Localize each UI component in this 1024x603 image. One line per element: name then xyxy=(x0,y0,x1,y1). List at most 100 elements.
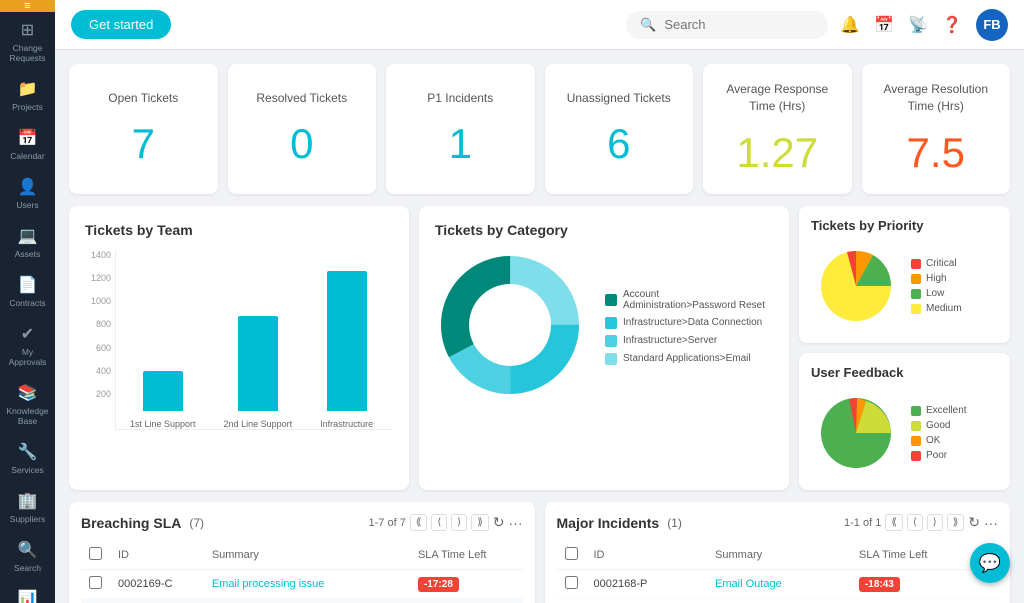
sidebar-item-contracts[interactable]: 📄 Contracts xyxy=(0,267,55,316)
major-incidents-title: Major Incidents xyxy=(557,515,660,531)
next-next-btn[interactable]: ⟫ xyxy=(947,514,965,531)
sidebar-logo: ≡ xyxy=(0,0,55,12)
row-checkbox[interactable] xyxy=(89,576,102,589)
prev-btn[interactable]: ⟨ xyxy=(907,514,923,531)
next-btn[interactable]: ⟩ xyxy=(927,514,943,531)
bar-1st-line: 1st Line Support xyxy=(130,371,196,429)
donut-chart-card: Tickets by Category xyxy=(419,206,789,490)
priority-pie-area: Critical High Low xyxy=(811,241,998,331)
search-sidebar-icon: 🔍 xyxy=(18,540,38,560)
major-incidents-card: Major Incidents (1) 1-1 of 1 ⟪ ⟨ ⟩ ⟫ ↻ ·… xyxy=(545,502,1011,603)
calendar-header-icon[interactable]: 📅 xyxy=(874,15,894,35)
next-btn[interactable]: ⟩ xyxy=(451,514,467,531)
sidebar-item-search[interactable]: 🔍 Search xyxy=(0,532,55,581)
sidebar-item-change-requests[interactable]: ⊞ Change Requests xyxy=(0,12,55,71)
row-checkbox[interactable] xyxy=(565,576,578,589)
prev-prev-btn[interactable]: ⟪ xyxy=(885,514,903,531)
sidebar-item-users[interactable]: 👤 Users xyxy=(0,169,55,218)
knowledge-icon: 📚 xyxy=(18,383,38,403)
table-row: 0002168-P Email Outage -18:43 xyxy=(557,570,999,599)
services-icon: 🔧 xyxy=(18,442,38,462)
fab-icon: 💬 xyxy=(979,553,1001,574)
assets-icon: 💻 xyxy=(18,226,38,246)
sidebar-item-suppliers[interactable]: 🏢 Suppliers xyxy=(0,483,55,532)
content-area: Open Tickets 7 Resolved Tickets 0 P1 Inc… xyxy=(55,50,1024,603)
sidebar-item-reporting[interactable]: 📊 Reporting xyxy=(0,581,55,603)
sla-badge: -18:43 xyxy=(859,577,900,592)
sidebar-item-calendar[interactable]: 📅 Calendar xyxy=(0,120,55,169)
suppliers-icon: 🏢 xyxy=(18,491,38,511)
bar-chart-card: Tickets by Team 1400 1200 1000 800 600 4… xyxy=(69,206,409,490)
sidebar-item-assets[interactable]: 💻 Assets xyxy=(0,218,55,267)
stat-avg-response: Average Response Time (Hrs) 1.27 xyxy=(703,64,852,194)
search-input[interactable] xyxy=(664,17,814,32)
summary-link[interactable]: Email Outage xyxy=(715,578,782,590)
bar-chart-title: Tickets by Team xyxy=(85,222,393,238)
charts-row: Tickets by Team 1400 1200 1000 800 600 4… xyxy=(69,206,1010,490)
table-row: 0002169-C Email processing issue -17:28 xyxy=(81,570,523,599)
breaching-sla-title: Breaching SLA xyxy=(81,515,181,531)
help-icon[interactable]: ❓ xyxy=(942,15,962,35)
stat-p1-incidents: P1 Incidents 1 xyxy=(386,64,535,194)
approvals-icon: ✔ xyxy=(21,324,34,344)
search-box: 🔍 xyxy=(626,11,828,39)
sidebar-item-knowledge[interactable]: 📚 Knowledge Base xyxy=(0,375,55,434)
avatar[interactable]: FB xyxy=(976,9,1008,41)
feedback-pie-area: Excellent Good OK xyxy=(811,388,998,478)
more-btn[interactable]: ··· xyxy=(984,515,998,531)
more-btn[interactable]: ··· xyxy=(509,515,523,531)
next-next-btn[interactable]: ⟫ xyxy=(471,514,489,531)
bar-infrastructure-bar xyxy=(327,271,367,411)
donut-svg xyxy=(435,250,585,403)
fab-button[interactable]: 💬 xyxy=(970,543,1010,583)
stat-resolved-tickets: Resolved Tickets 0 xyxy=(228,64,377,194)
sidebar-item-services[interactable]: 🔧 Services xyxy=(0,434,55,483)
reporting-icon: 📊 xyxy=(18,589,38,603)
table-row: 0002168-P Email Outage -18:43 xyxy=(81,599,523,603)
donut-legend: Account Administration>Password Reset In… xyxy=(605,289,773,365)
donut-area: Account Administration>Password Reset In… xyxy=(435,250,773,403)
feedback-chart-card: User Feedback Excellent xyxy=(799,353,1010,490)
bar-1st-line-bar xyxy=(143,371,183,411)
prev-prev-btn[interactable]: ⟪ xyxy=(410,514,428,531)
major-incidents-pagination: 1-1 of 1 ⟪ ⟨ ⟩ ⟫ ↻ ··· xyxy=(844,514,998,531)
breaching-sla-count: (7) xyxy=(189,516,204,530)
legend-item-3: Standard Applications>Email xyxy=(605,353,773,365)
bell-icon[interactable]: 🔔 xyxy=(840,15,860,35)
prev-btn[interactable]: ⟨ xyxy=(431,514,447,531)
breaching-sla-card: Breaching SLA (7) 1-7 of 7 ⟪ ⟨ ⟩ ⟫ ↻ ··· xyxy=(69,502,535,603)
select-all-checkbox[interactable] xyxy=(89,547,102,560)
right-charts: Tickets by Priority xyxy=(799,206,1010,490)
sla-badge: -17:28 xyxy=(418,577,459,592)
refresh-btn[interactable]: ↻ xyxy=(968,514,980,531)
summary-link[interactable]: Email processing issue xyxy=(212,578,325,590)
legend-item-1: Infrastructure>Data Connection xyxy=(605,317,773,329)
sidebar: ≡ ⊞ Change Requests 📁 Projects 📅 Calenda… xyxy=(0,0,55,603)
get-started-button[interactable]: Get started xyxy=(71,10,171,39)
header: Get started 🔍 🔔 📅 📡 ❓ FB xyxy=(55,0,1024,50)
sidebar-item-approvals[interactable]: ✔ My Approvals xyxy=(0,316,55,375)
projects-icon: 📁 xyxy=(18,79,38,99)
breaching-sla-table: ID Summary SLA Time Left 0002169-C Email… xyxy=(81,541,523,603)
search-icon: 🔍 xyxy=(640,17,656,33)
bar-infrastructure: Infrastructure xyxy=(320,271,373,429)
main-content: Get started 🔍 🔔 📅 📡 ❓ FB Open Tickets 7 … xyxy=(55,0,1024,603)
stat-avg-resolution: Average Resolution Time (Hrs) 7.5 xyxy=(862,64,1011,194)
priority-chart-card: Tickets by Priority xyxy=(799,206,1010,343)
feedback-legend: Excellent Good OK xyxy=(911,405,967,461)
breaching-sla-pagination: 1-7 of 7 ⟪ ⟨ ⟩ ⟫ ↻ ··· xyxy=(369,514,523,531)
priority-chart-title: Tickets by Priority xyxy=(811,218,998,233)
refresh-btn[interactable]: ↻ xyxy=(493,514,505,531)
calendar-icon: 📅 xyxy=(18,128,38,148)
priority-legend: Critical High Low xyxy=(911,258,962,314)
rss-icon[interactable]: 📡 xyxy=(908,15,928,35)
sidebar-item-projects[interactable]: 📁 Projects xyxy=(0,71,55,120)
major-incidents-header: Major Incidents (1) 1-1 of 1 ⟪ ⟨ ⟩ ⟫ ↻ ·… xyxy=(557,514,999,531)
stat-open-tickets: Open Tickets 7 xyxy=(69,64,218,194)
donut-chart-title: Tickets by Category xyxy=(435,222,773,238)
select-all-checkbox[interactable] xyxy=(565,547,578,560)
header-icons: 🔔 📅 📡 ❓ FB xyxy=(840,9,1008,41)
tables-row: Breaching SLA (7) 1-7 of 7 ⟪ ⟨ ⟩ ⟫ ↻ ··· xyxy=(69,502,1010,603)
stats-row: Open Tickets 7 Resolved Tickets 0 P1 Inc… xyxy=(69,64,1010,194)
major-incidents-count: (1) xyxy=(667,516,682,530)
